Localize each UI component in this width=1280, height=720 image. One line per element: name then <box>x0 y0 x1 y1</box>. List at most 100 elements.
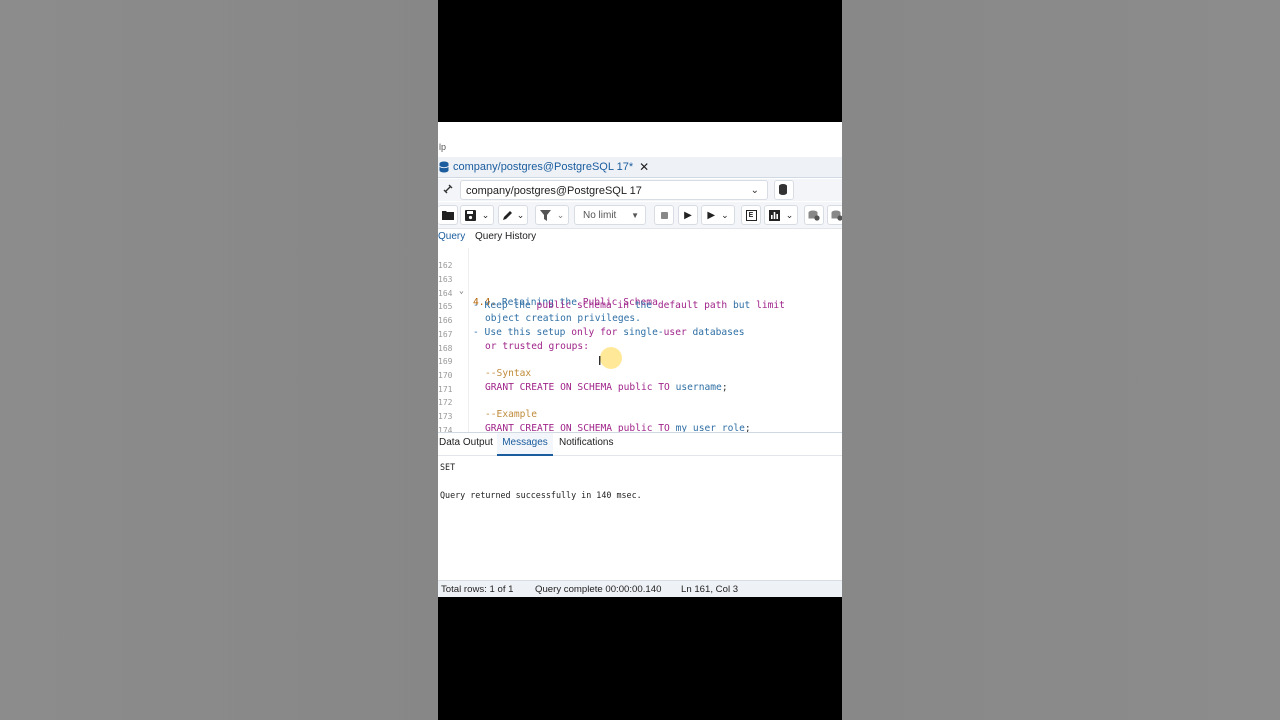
chevron-down-icon: ⌄ <box>481 209 490 220</box>
message-line: Query returned successfully in 140 msec. <box>440 490 642 500</box>
message-line: SET <box>440 462 456 472</box>
save-button[interactable]: ⌄ <box>460 205 494 225</box>
explain-button[interactable]: E <box>741 205 761 225</box>
status-cursor-position: Ln 161, Col 3 <box>681 584 739 595</box>
code-token: ; <box>721 381 728 393</box>
code-comment: --Syntax <box>485 368 532 380</box>
code-token: the <box>513 299 537 311</box>
new-connection-button[interactable] <box>774 180 794 200</box>
sql-editor[interactable]: 162 163 ⌄ 4.4. Retaining the Public Sche… <box>438 248 842 433</box>
explain-icon: E <box>745 209 757 221</box>
caret-down-icon: ▼ <box>631 210 639 220</box>
code-token: public schema <box>536 299 618 311</box>
left-blurred-backdrop <box>0 0 438 720</box>
code-token: only <box>571 327 601 339</box>
code-token: setup <box>536 327 572 339</box>
chevron-down-icon: ⌄ <box>721 209 729 220</box>
text-cursor-icon: I <box>598 354 602 368</box>
database-rollback-icon <box>831 210 842 221</box>
code-token: but <box>732 299 757 311</box>
open-file-button[interactable] <box>438 205 458 225</box>
connection-row: company/postgres@PostgreSQL 17 ⌄ <box>438 179 842 201</box>
filter-button[interactable]: ⌄ <box>535 205 569 225</box>
right-blurred-backdrop <box>842 0 1280 720</box>
code-line: 162 <box>438 250 484 270</box>
row-limit-select[interactable]: No limit ▼ <box>574 205 646 225</box>
play-icon: ▶ <box>684 209 692 221</box>
code-line: 166 - Use this setup only for single-use… <box>438 305 745 338</box>
stop-button[interactable] <box>654 205 674 225</box>
commit-button[interactable] <box>804 205 824 225</box>
chevron-down-icon: ⌄ <box>556 209 565 220</box>
chevron-down-icon: ⌄ <box>750 185 759 196</box>
code-token: in <box>617 299 635 311</box>
database-commit-icon <box>808 210 820 221</box>
explain-menu-button[interactable]: ▶ ⌄ <box>701 205 735 225</box>
execute-button[interactable]: ▶ <box>678 205 698 225</box>
vertical-video-frame: lp company/postgres@PostgreSQL 17* ✕ com… <box>438 0 842 720</box>
code-token: the <box>634 299 658 311</box>
status-query-complete: Query complete 00:00:00.140 <box>535 584 662 595</box>
status-total-rows: Total rows: 1 of 1 <box>441 584 514 595</box>
chevron-down-icon: ⌄ <box>516 209 525 220</box>
query-tab-title: company/postgres@PostgreSQL 17* <box>453 161 634 173</box>
edit-button[interactable]: ⌄ <box>498 205 528 225</box>
query-toolbar: ⌄ ⌄ ⌄ No limit ▼ ▶ ▶ ⌄ E ⌄ <box>438 202 842 229</box>
chart-icon <box>768 209 780 221</box>
code-token: object creation privileges. <box>485 313 641 325</box>
code-token: default <box>657 299 705 311</box>
code-token: GRANT CREATE ON SCHEMA public TO <box>485 423 676 433</box>
code-line: 171 <box>438 374 484 394</box>
code-token: GRANT CREATE ON SCHEMA public TO <box>485 381 676 393</box>
stop-icon <box>660 211 668 219</box>
status-bar: Total rows: 1 of 1 Query complete 00:00:… <box>438 580 842 597</box>
results-tabs: Data Output Messages Notifications <box>438 433 842 456</box>
tab-query-history[interactable]: Query History <box>475 230 536 248</box>
code-token: ; <box>744 423 751 433</box>
code-line: 172 --Example <box>438 387 537 420</box>
row-limit-value: No limit <box>583 209 617 221</box>
filter-icon <box>539 209 551 221</box>
document-tab-row: company/postgres@PostgreSQL 17* ✕ <box>438 157 842 178</box>
explain-analyze-button[interactable]: ⌄ <box>764 205 798 225</box>
code-line: 174 <box>438 415 484 432</box>
code-token: my_user_role <box>675 423 745 433</box>
code-line: 167 or trusted groups: <box>438 319 589 352</box>
folder-icon <box>441 211 454 220</box>
pgadmin-query-tool: lp company/postgres@PostgreSQL 17* ✕ com… <box>438 122 842 597</box>
code-token: user <box>663 327 693 339</box>
code-line: 165 object creation privileges. <box>438 291 641 324</box>
tab-messages[interactable]: Messages <box>497 433 553 456</box>
save-icon <box>464 209 476 221</box>
code-comment: --Example <box>485 409 537 421</box>
code-line: 168 <box>438 333 484 353</box>
database-icon <box>439 161 449 173</box>
tab-query[interactable]: Query <box>438 230 465 250</box>
connection-status-icon[interactable] <box>441 183 455 197</box>
rollback-button[interactable] <box>827 205 842 225</box>
code-token: path <box>704 299 733 311</box>
play-step-icon: ▶ <box>707 209 716 221</box>
connection-select[interactable]: company/postgres@PostgreSQL 17 ⌄ <box>460 180 768 200</box>
mouse-cursor-highlight <box>600 347 622 369</box>
code-line: 173 GRANT CREATE ON SCHEMA public TO my_… <box>438 401 751 432</box>
code-line: 170 GRANT CREATE ON SCHEMA public TO use… <box>438 360 728 393</box>
close-tab-icon[interactable]: ✕ <box>639 160 649 174</box>
code-token: single- <box>623 327 664 339</box>
query-tab[interactable]: company/postgres@PostgreSQL 17* ✕ <box>438 157 649 177</box>
database-add-icon <box>779 184 787 195</box>
tab-data-output[interactable]: Data Output <box>439 433 497 454</box>
code-line: 169 --Syntax <box>438 346 531 379</box>
messages-panel: SET Query returned successfully in 140 m… <box>438 456 842 580</box>
code-line: 164 - Keep the public schema in the defa… <box>438 278 785 311</box>
chevron-down-icon: ⌄ <box>785 209 794 220</box>
code-token: databases <box>692 327 745 339</box>
pencil-icon <box>502 211 512 220</box>
code-token: username <box>675 381 722 393</box>
menu-fragment[interactable]: lp <box>438 140 842 154</box>
code-token: for <box>600 327 624 339</box>
code-token: limit <box>756 299 785 311</box>
code-token: this <box>507 327 537 339</box>
editor-tabs: Query Query History <box>438 230 842 250</box>
tab-notifications[interactable]: Notifications <box>559 433 613 454</box>
